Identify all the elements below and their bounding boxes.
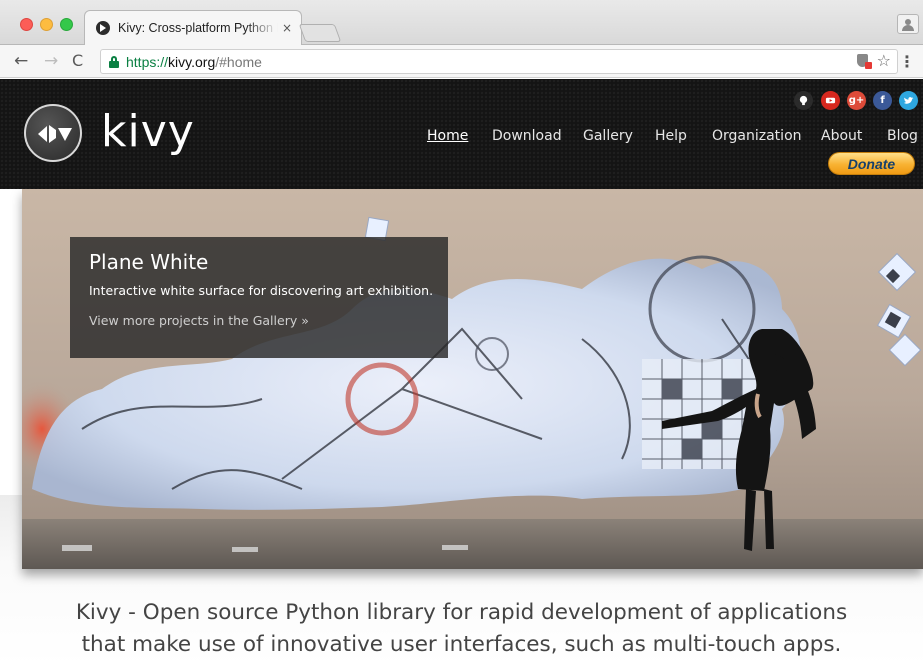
kivy-logo-icon[interactable] <box>24 104 82 162</box>
gallery-link[interactable]: View more projects in the Gallery » <box>89 313 309 328</box>
nav-help[interactable]: Help <box>655 128 687 144</box>
url-host: kivy.org <box>168 53 216 70</box>
tagline-line-1: Kivy - Open source Python library for ra… <box>75 600 848 625</box>
back-button[interactable]: ← <box>14 51 28 71</box>
nav-download[interactable]: Download <box>492 128 562 144</box>
person-icon-body <box>902 25 914 31</box>
google-plus-icon[interactable]: g+ <box>847 91 866 110</box>
nav-home[interactable]: Home <box>427 128 468 144</box>
extension-shield-icon[interactable] <box>856 53 872 69</box>
browser-menu-icon[interactable]: ⋮ <box>899 52 915 71</box>
url-scheme: https:// <box>126 53 169 70</box>
facebook-icon[interactable]: f <box>873 91 892 110</box>
url-path: /#home <box>215 53 262 70</box>
nav-gallery[interactable]: Gallery <box>583 128 633 144</box>
tab-title: Kivy: Cross-platform Python Fr <box>118 21 278 35</box>
profile-button[interactable] <box>897 14 919 34</box>
zoom-window-button[interactable] <box>60 18 73 31</box>
browser-tab-strip: Kivy: Cross-platform Python Fr × <box>0 0 923 45</box>
hero-description: Interactive white surface for discoverin… <box>89 283 434 298</box>
kivy-favicon-icon <box>96 21 110 35</box>
forward-button[interactable]: → <box>44 51 58 71</box>
lock-icon <box>109 55 119 68</box>
browser-toolbar: ← → C https://kivy.org/#home ☆ ⋮ <box>0 45 923 78</box>
nav-blog[interactable]: Blog <box>887 128 918 144</box>
address-bar[interactable]: https://kivy.org/#home ☆ <box>100 49 898 74</box>
github-icon[interactable] <box>794 91 813 110</box>
reload-button[interactable]: C <box>72 51 83 71</box>
hero-title: Plane White <box>89 250 209 274</box>
hero-caption: Plane White Interactive white surface fo… <box>70 237 448 358</box>
new-tab-button[interactable] <box>298 24 342 42</box>
tagline: Kivy - Open source Python library for ra… <box>0 597 923 661</box>
donate-button[interactable]: Donate <box>828 152 915 175</box>
close-window-button[interactable] <box>20 18 33 31</box>
url-text[interactable]: https://kivy.org/#home <box>126 54 262 70</box>
nav-about[interactable]: About <box>821 128 862 144</box>
bookmark-star-icon[interactable]: ☆ <box>877 53 891 69</box>
site-logo-text[interactable]: kivy <box>101 106 195 158</box>
tagline-line-2: that make use of innovative user interfa… <box>81 632 842 657</box>
minimize-window-button[interactable] <box>40 18 53 31</box>
nav-organization[interactable]: Organization <box>712 128 802 144</box>
tab-close-button[interactable]: × <box>282 21 292 35</box>
youtube-icon[interactable] <box>821 91 840 110</box>
twitter-icon[interactable] <box>899 91 918 110</box>
browser-tab-content[interactable]: Kivy: Cross-platform Python Fr × <box>84 10 302 46</box>
